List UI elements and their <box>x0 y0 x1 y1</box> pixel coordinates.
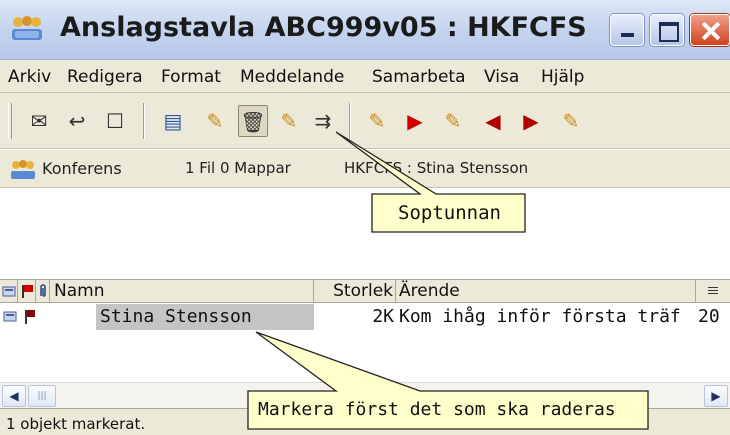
column-attachment[interactable] <box>36 280 50 303</box>
conference-icon <box>11 160 35 179</box>
status-text: 1 objekt markerat. <box>6 415 146 433</box>
new-message-icon[interactable]: ✉ <box>24 105 54 137</box>
select-callout-text: Markera först det som ska raderas <box>258 399 616 420</box>
previous-icon[interactable]: ◀ <box>478 105 508 137</box>
toolbar-separator <box>143 103 145 139</box>
toolbar-grip[interactable] <box>8 103 12 139</box>
location-path: HKFCFS : Stina Stensson <box>344 159 529 177</box>
new-document-icon[interactable]: ☐ <box>100 105 130 137</box>
mark-icon[interactable]: ✎ <box>362 105 392 137</box>
row-subject: Kom ihåg inför första träf <box>399 306 681 327</box>
path-bar: Konferens 1 Fil 0 Mappar HKFCFS : Stina … <box>0 150 730 188</box>
column-subject[interactable]: Ärende <box>396 280 696 303</box>
scroll-left-button[interactable]: ◀ <box>2 385 26 407</box>
bulletin-board-icon <box>12 16 42 40</box>
sort-icon <box>708 287 718 294</box>
paperclip-icon <box>40 284 46 297</box>
move-icon[interactable]: ⇉ <box>308 105 338 137</box>
menu-bar: Arkiv Redigera Format Meddelande Samarbe… <box>0 60 730 93</box>
message-icon <box>3 311 17 322</box>
mark-icon-2[interactable]: ✎ <box>438 105 468 137</box>
menu-format[interactable]: Format <box>161 67 221 87</box>
menu-redigera[interactable]: Redigera <box>67 67 143 87</box>
scroll-right-button[interactable]: ▶ <box>704 385 728 407</box>
menu-hjalp[interactable]: Hjälp <box>541 67 584 87</box>
trash-icon[interactable]: 🗑 <box>238 105 268 137</box>
properties-icon[interactable]: ▤ <box>158 105 188 137</box>
column-size[interactable]: Storlek <box>314 280 396 303</box>
search-icon[interactable]: ✎ <box>274 105 304 137</box>
toolbar-separator <box>349 103 351 139</box>
column-name[interactable]: Namn <box>50 280 314 303</box>
minimize-button[interactable] <box>610 14 644 46</box>
row-name[interactable]: Stina Stensson <box>96 304 314 330</box>
menu-samarbeta[interactable]: Samarbeta <box>372 67 466 87</box>
column-type[interactable] <box>0 280 18 303</box>
flag-icon <box>22 285 33 298</box>
list-item[interactable]: Stina Stensson 2K Kom ihåg inför första … <box>0 304 730 330</box>
row-date: 20 <box>698 306 720 327</box>
close-button[interactable] <box>690 14 730 46</box>
scroll-thumb[interactable]: ||| <box>28 385 56 407</box>
title-bar: Anslagstavla ABC999v05 : HKFCFS <box>0 0 730 60</box>
message-type-icon <box>2 286 16 297</box>
row-size: 2K <box>372 306 394 327</box>
flag-icon[interactable]: ▶ <box>400 105 430 137</box>
trash-callout-text: Soptunnan <box>398 202 501 224</box>
conference-label[interactable]: Konferens <box>42 159 122 178</box>
mark-icon-3[interactable]: ✎ <box>556 105 586 137</box>
next-icon[interactable]: ▶ <box>516 105 546 137</box>
menu-arkiv[interactable]: Arkiv <box>8 67 51 87</box>
column-date[interactable] <box>696 280 730 303</box>
toolbar: ✉ ↩ ☐ ▤ ✎ 🗑 ✎ ⇉ ✎ ▶ ✎ ◀ ▶ ✎ <box>0 93 730 149</box>
maximize-button[interactable] <box>650 14 684 46</box>
window-title: Anslagstavla ABC999v05 : HKFCFS <box>60 12 587 43</box>
edit-icon[interactable]: ✎ <box>200 105 230 137</box>
reply-icon[interactable]: ↩ <box>62 105 92 137</box>
menu-meddelande[interactable]: Meddelande <box>240 67 344 87</box>
item-count: 1 Fil 0 Mappar <box>185 159 291 177</box>
preview-area <box>0 189 730 279</box>
list-header: Namn Storlek Ärende <box>0 279 730 303</box>
menu-visa[interactable]: Visa <box>484 67 519 87</box>
column-flag[interactable] <box>18 280 36 303</box>
flag-icon <box>25 310 35 324</box>
